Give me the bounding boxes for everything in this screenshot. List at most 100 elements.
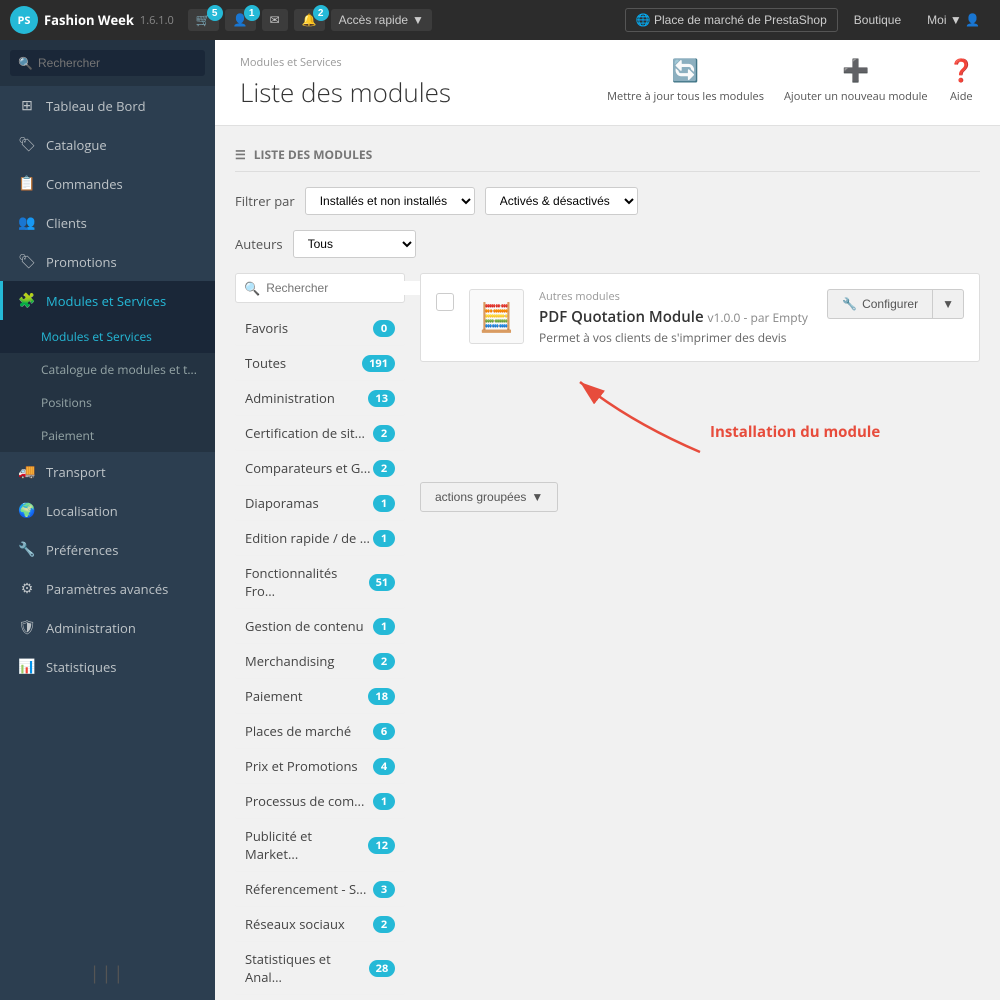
cat-referencement[interactable]: Réferencement - S... 3 <box>235 872 405 907</box>
cat-prix[interactable]: Prix et Promotions 4 <box>235 749 405 784</box>
cat-gestion[interactable]: Gestion de contenu 1 <box>235 609 405 644</box>
cart-button[interactable]: 🛒 5 <box>188 9 219 31</box>
cat-toutes[interactable]: Toutes 191 <box>235 346 405 381</box>
sidebar-item-label: Statistiques <box>46 658 116 676</box>
user-button[interactable]: 👤 1 <box>225 9 256 31</box>
sidebar-item-label: Clients <box>46 214 87 232</box>
acces-rapide-button[interactable]: Accès rapide ▼ <box>331 9 432 31</box>
sidebar-sub-positions[interactable]: Positions <box>0 386 215 419</box>
section-title: ☰ LISTE DES MODULES <box>235 146 980 172</box>
sidebar-item-transport[interactable]: 🚚 Transport <box>0 452 215 491</box>
moi-button[interactable]: Moi ▼ 👤 <box>917 9 990 31</box>
help-label: Aide <box>950 89 973 104</box>
cat-publicite[interactable]: Publicité et Market... 12 <box>235 819 405 872</box>
configure-button[interactable]: 🔧 Configurer <box>827 289 932 319</box>
cat-comparateurs-badge: 2 <box>373 460 395 477</box>
sidebar-sub-modules-services[interactable]: Modules et Services <box>0 320 215 353</box>
localisation-icon: 🌍 <box>18 501 36 520</box>
sidebar-item-parametres[interactable]: ⚙ Paramètres avancés <box>0 569 215 608</box>
filter-install-select[interactable]: Installés et non installés Installés Non… <box>305 187 475 215</box>
help-button[interactable]: ❓ Aide <box>948 55 975 104</box>
cat-comparateurs[interactable]: Comparateurs et G... 2 <box>235 451 405 486</box>
sidebar-item-administration[interactable]: 🛡 Administration <box>0 608 215 647</box>
page-header-left: Modules et Services Liste des modules <box>240 55 451 110</box>
cat-edition[interactable]: Edition rapide / de ... 1 <box>235 521 405 556</box>
cat-fonctionnalites-badge: 51 <box>369 574 395 591</box>
cat-toutes-badge: 191 <box>362 355 395 372</box>
cat-fonctionnalites[interactable]: Fonctionnalités Fro... 51 <box>235 556 405 609</box>
cat-tableau[interactable]: Tableau de bord 4 <box>235 995 405 1000</box>
update-all-modules-button[interactable]: 🔄 Mettre à jour tous les modules <box>607 55 764 104</box>
cat-prix-label: Prix et Promotions <box>245 757 358 775</box>
modules-icon: 🧩 <box>18 291 36 310</box>
breadcrumb: Modules et Services <box>240 55 451 70</box>
cat-diaporamas-label: Diaporamas <box>245 494 319 512</box>
module-checkbox[interactable] <box>436 293 454 311</box>
cat-certification-label: Certification de sit... <box>245 424 365 442</box>
sidebar-item-clients[interactable]: 👥 Clients <box>0 203 215 242</box>
module-panel: 🧮 Autres modules PDF Quotation Module v1… <box>420 273 980 1000</box>
cat-certification-badge: 2 <box>373 425 395 442</box>
cat-edition-label: Edition rapide / de ... <box>245 529 370 547</box>
cat-places[interactable]: Places de marché 6 <box>235 714 405 749</box>
cat-favoris[interactable]: Favoris 0 <box>235 311 405 346</box>
sidebar-search-input[interactable] <box>10 50 205 76</box>
sidebar-item-label: Préférences <box>46 541 118 559</box>
add-module-button[interactable]: ➕ Ajouter un nouveau module <box>784 55 928 104</box>
transport-icon: 🚚 <box>18 462 36 481</box>
commandes-icon: 📋 <box>18 174 36 193</box>
module-card: 🧮 Autres modules PDF Quotation Module v1… <box>420 273 980 362</box>
catalogue-icon: 🏷 <box>18 135 36 154</box>
boutique-button[interactable]: Boutique <box>844 9 911 31</box>
notification-button[interactable]: 🔔 2 <box>294 9 325 31</box>
cat-merchandising[interactable]: Merchandising 2 <box>235 644 405 679</box>
sidebar-item-commandes[interactable]: 📋 Commandes <box>0 164 215 203</box>
sidebar-collapse-bars[interactable]: ||| <box>15 961 200 985</box>
actions-groupees-button[interactable]: actions groupées ▼ <box>420 482 558 512</box>
mail-button[interactable]: ✉ <box>262 9 288 31</box>
annotation-area: Installation du module <box>420 372 980 472</box>
cat-statistiques[interactable]: Statistiques et Anal... 28 <box>235 942 405 995</box>
sidebar-item-statistiques[interactable]: 📊 Statistiques <box>0 647 215 686</box>
sidebar-item-preferences[interactable]: 🔧 Préférences <box>0 530 215 569</box>
marketplace-button[interactable]: 🌐 Place de marché de PrestaShop <box>625 8 838 32</box>
sidebar-item-catalogue[interactable]: 🏷 Catalogue <box>0 125 215 164</box>
cat-certification[interactable]: Certification de sit... 2 <box>235 416 405 451</box>
cat-reseaux[interactable]: Réseaux sociaux 2 <box>235 907 405 942</box>
sidebar-sub-paiement[interactable]: Paiement <box>0 419 215 452</box>
cat-prix-badge: 4 <box>373 758 395 775</box>
sidebar-item-promotions[interactable]: 🏷 Promotions <box>0 242 215 281</box>
actions-bar: actions groupées ▼ <box>420 482 980 512</box>
sidebar-footer: ||| <box>0 946 215 1000</box>
cat-diaporamas[interactable]: Diaporamas 1 <box>235 486 405 521</box>
sidebar-item-tableau[interactable]: ⊞ Tableau de Bord <box>0 86 215 125</box>
sidebar-item-label: Administration <box>46 619 136 637</box>
cat-administration[interactable]: Administration 13 <box>235 381 405 416</box>
sidebar-sub-catalogue[interactable]: Catalogue de modules et t... <box>0 353 215 386</box>
sidebar-item-localisation[interactable]: 🌍 Localisation <box>0 491 215 530</box>
main-content: Modules et Services Liste des modules 🔄 … <box>215 40 1000 1000</box>
refresh-icon: 🔄 <box>672 55 699 85</box>
auteurs-select[interactable]: Tous PrestaShop Partenaires <box>293 230 416 258</box>
configure-dropdown-button[interactable]: ▼ <box>932 289 964 319</box>
annotation-text: Installation du module <box>710 422 880 442</box>
sidebar-item-label: Localisation <box>46 502 118 520</box>
cat-statistiques-label: Statistiques et Anal... <box>245 950 369 986</box>
cat-paiement[interactable]: Paiement 18 <box>235 679 405 714</box>
cat-reseaux-badge: 2 <box>373 916 395 933</box>
logo-icon: PS <box>10 6 38 34</box>
filter-bar: Filtrer par Installés et non installés I… <box>235 187 980 215</box>
cat-processus[interactable]: Processus de com... 1 <box>235 784 405 819</box>
cat-comparateurs-label: Comparateurs et G... <box>245 459 371 477</box>
promotions-icon: 🏷 <box>18 252 36 271</box>
cat-paiement-label: Paiement <box>245 687 303 705</box>
configure-label: Configurer <box>862 297 918 311</box>
category-search-input[interactable] <box>266 281 421 295</box>
category-list: 🔍 Favoris 0 Toutes 191 Administration 13 <box>235 273 405 1000</box>
filter-status-select[interactable]: Activés & désactivés Activés Désactivés <box>485 187 638 215</box>
sidebar-item-modules[interactable]: 🧩 Modules et Services <box>0 281 215 320</box>
sidebar: 🔍 ⊞ Tableau de Bord 🏷 Catalogue 📋 Comman… <box>0 40 215 1000</box>
user-badge: 1 <box>244 5 260 21</box>
cat-favoris-badge: 0 <box>373 320 395 337</box>
filter-label: Filtrer par <box>235 192 295 210</box>
